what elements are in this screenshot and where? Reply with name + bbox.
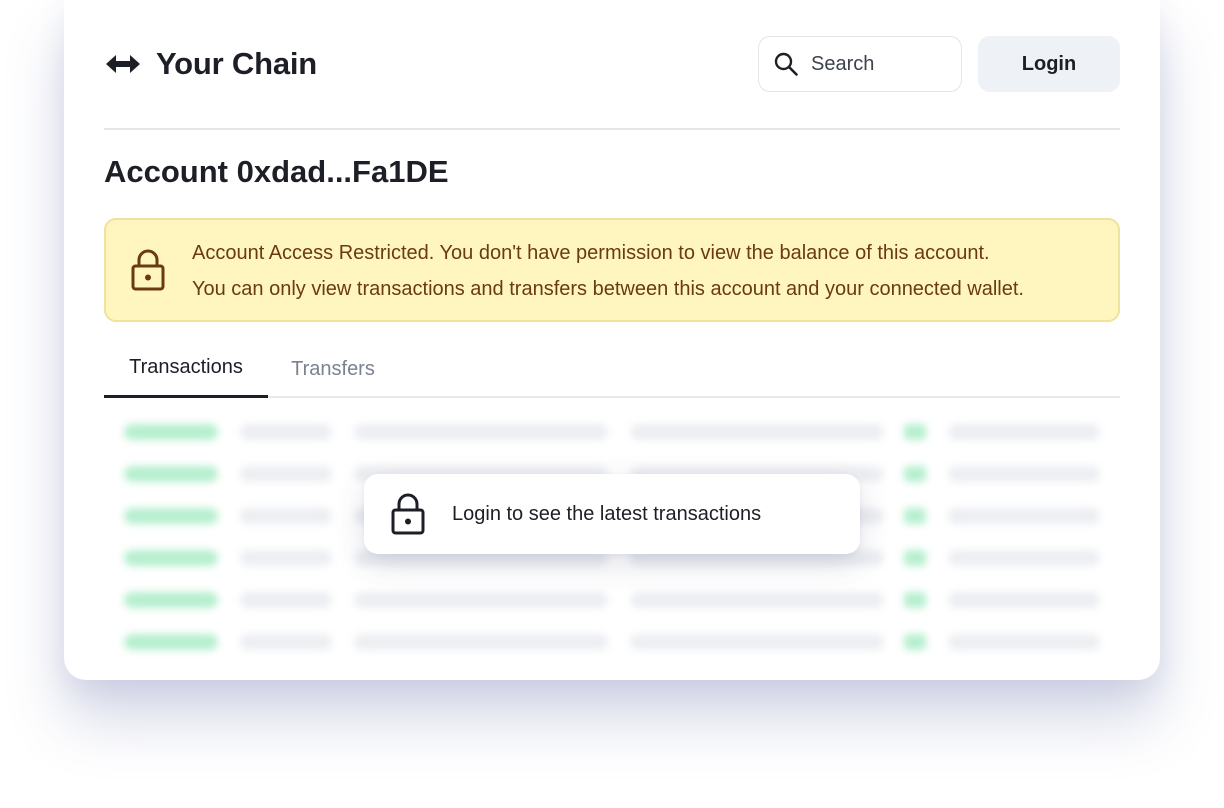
lock-icon bbox=[391, 493, 425, 535]
placeholder-cell bbox=[948, 634, 1100, 650]
login-prompt: Login to see the latest transactions bbox=[364, 474, 860, 554]
placeholder-cell bbox=[240, 550, 332, 566]
table-row bbox=[104, 630, 1120, 650]
table-row bbox=[104, 588, 1120, 608]
placeholder-cell bbox=[904, 634, 926, 650]
placeholder-cell bbox=[904, 466, 926, 482]
placeholder-cell bbox=[354, 424, 608, 440]
top-header: Your Chain Search Login bbox=[104, 36, 1120, 92]
search-placeholder: Search bbox=[811, 52, 875, 75]
placeholder-cell bbox=[240, 634, 332, 650]
table-row bbox=[104, 420, 1120, 440]
placeholder-cell bbox=[354, 634, 608, 650]
brand-logo[interactable]: Your Chain bbox=[104, 36, 317, 92]
placeholder-cell bbox=[240, 466, 332, 482]
header-divider bbox=[104, 128, 1120, 130]
login-prompt-message: Login to see the latest transactions bbox=[452, 502, 762, 525]
tab-transfers[interactable]: Transfers bbox=[268, 340, 398, 398]
placeholder-cell bbox=[354, 592, 608, 608]
alert-message-line-1: Account Access Restricted. You don't hav… bbox=[192, 242, 990, 264]
placeholder-cell bbox=[240, 424, 332, 440]
placeholder-cell bbox=[948, 592, 1100, 608]
brand-name: Your Chain bbox=[156, 46, 318, 81]
access-restricted-alert: Account Access Restricted. You don't hav… bbox=[104, 218, 1120, 322]
placeholder-cell bbox=[124, 424, 218, 440]
placeholder-cell bbox=[904, 592, 926, 608]
account-tabs: Transactions Transfers bbox=[104, 340, 1120, 398]
placeholder-cell bbox=[124, 508, 218, 524]
placeholder-cell bbox=[124, 550, 218, 566]
placeholder-cell bbox=[904, 508, 926, 524]
placeholder-cell bbox=[948, 424, 1100, 440]
placeholder-cell bbox=[630, 424, 884, 440]
search-icon bbox=[774, 52, 798, 76]
placeholder-cell bbox=[240, 508, 332, 524]
placeholder-cell bbox=[948, 466, 1100, 482]
placeholder-cell bbox=[948, 508, 1100, 524]
placeholder-cell bbox=[904, 550, 926, 566]
lock-icon bbox=[131, 249, 165, 291]
login-button[interactable]: Login bbox=[978, 36, 1120, 92]
account-page-card: Your Chain Search Login Account 0xdad...… bbox=[64, 0, 1160, 680]
placeholder-cell bbox=[124, 466, 218, 482]
placeholder-cell bbox=[630, 592, 884, 608]
search-input[interactable]: Search bbox=[758, 36, 962, 92]
placeholder-cell bbox=[948, 550, 1100, 566]
placeholder-cell bbox=[124, 634, 218, 650]
placeholder-cell bbox=[630, 634, 884, 650]
arrows-left-right-icon bbox=[106, 55, 140, 73]
tab-transactions[interactable]: Transactions bbox=[104, 340, 268, 398]
page-title: Account 0xdad...Fa1DE bbox=[104, 154, 449, 189]
placeholder-cell bbox=[904, 424, 926, 440]
placeholder-cell bbox=[124, 592, 218, 608]
placeholder-cell bbox=[240, 592, 332, 608]
alert-message-line-2: You can only view transactions and trans… bbox=[192, 278, 1024, 300]
